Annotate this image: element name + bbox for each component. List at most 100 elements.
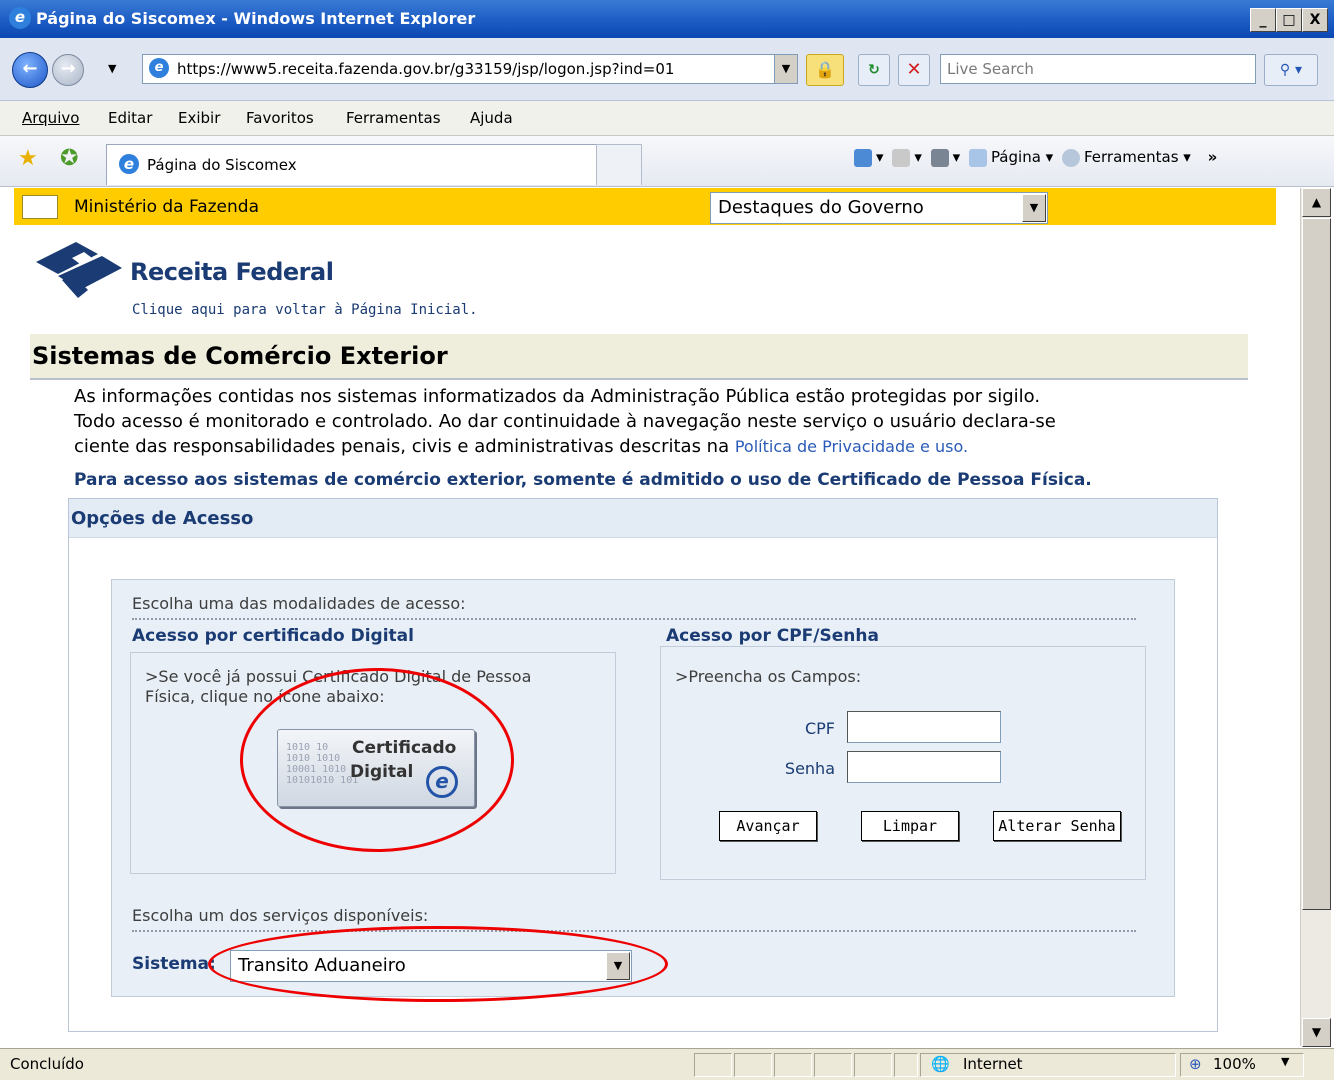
clear-button[interactable]: Limpar bbox=[861, 811, 959, 841]
minimize-button[interactable]: _ bbox=[1250, 8, 1276, 32]
senha-label: Senha bbox=[784, 759, 835, 778]
search-input[interactable]: Live Search bbox=[940, 54, 1256, 84]
scroll-down-icon[interactable]: ▼ bbox=[1302, 1018, 1331, 1047]
highlight-ellipse-certificate bbox=[240, 668, 514, 852]
favorites-star-icon[interactable]: ★ bbox=[18, 146, 38, 171]
cpf-field[interactable] bbox=[847, 711, 1001, 743]
zoom-control[interactable]: ⊕ 100% ▼ bbox=[1180, 1053, 1304, 1077]
print-icon[interactable] bbox=[930, 148, 949, 167]
ministry-label[interactable]: Ministério da Fazenda bbox=[74, 197, 259, 217]
government-highlights-select[interactable]: Destaques do Governo ▼ bbox=[710, 192, 1048, 224]
cpf-label: CPF bbox=[804, 719, 835, 738]
status-text: Concluído bbox=[10, 1055, 84, 1073]
government-bar: Ministério da Fazenda Destaques do Gover… bbox=[14, 188, 1276, 225]
scroll-thumb[interactable] bbox=[1302, 218, 1331, 910]
access-options-title: Opções de Acesso bbox=[71, 508, 254, 529]
status-cell bbox=[854, 1053, 892, 1077]
forward-arrow-icon: → bbox=[60, 58, 76, 79]
tab-bar: ★ ✪ e Página do Siscomex ▾ ▾ ▾ Página ▾ … bbox=[0, 136, 1334, 187]
zoom-level: 100% bbox=[1213, 1055, 1256, 1073]
history-dropdown-icon[interactable]: ▼ bbox=[108, 62, 116, 75]
cert-heading: Acesso por certificado Digital bbox=[132, 626, 414, 646]
page-title: Sistemas de Comércio Exterior bbox=[32, 342, 448, 370]
back-arrow-icon: ← bbox=[22, 58, 38, 79]
url-dropdown-icon[interactable]: ▼ bbox=[774, 55, 797, 83]
window-titlebar[interactable]: e Página do Siscomex - Windows Internet … bbox=[0, 0, 1334, 38]
tools-menu[interactable]: Ferramentas bbox=[1084, 148, 1179, 166]
status-cell bbox=[734, 1053, 772, 1077]
privacy-policy-link[interactable]: Política de Privacidade e uso. bbox=[735, 437, 968, 456]
highlight-ellipse-system bbox=[208, 926, 668, 1002]
menu-ajuda[interactable]: Ajuda bbox=[470, 109, 513, 127]
search-placeholder: Live Search bbox=[947, 60, 1034, 78]
cpf-panel: >Preencha os Campos: CPF Senha Avançar L… bbox=[660, 646, 1146, 880]
close-window-button[interactable]: X bbox=[1302, 8, 1328, 32]
chevron-down-icon[interactable]: ▼ bbox=[1022, 194, 1046, 222]
feeds-icon[interactable] bbox=[892, 148, 911, 167]
window-title: Página do Siscomex - Windows Internet Ex… bbox=[36, 9, 476, 28]
status-cell bbox=[894, 1053, 918, 1077]
dotted-divider bbox=[132, 930, 1136, 932]
access-options-header: Opções de Acesso bbox=[69, 499, 1217, 538]
change-password-button[interactable]: Alterar Senha bbox=[993, 811, 1121, 841]
choose-mode-label: Escolha uma das modalidades de acesso: bbox=[132, 594, 466, 613]
search-button[interactable]: ⚲ ▾ bbox=[1264, 54, 1318, 86]
government-select-value: Destaques do Governo bbox=[718, 197, 924, 218]
vertical-scrollbar[interactable]: ▲ ▼ bbox=[1300, 188, 1331, 1047]
privacy-paragraph: As informações contidas nos sistemas inf… bbox=[74, 384, 1234, 459]
stop-button[interactable]: ✕ bbox=[898, 54, 930, 86]
page-menu[interactable]: Página bbox=[991, 148, 1041, 166]
new-tab-button[interactable] bbox=[596, 144, 642, 185]
status-cell bbox=[694, 1053, 732, 1077]
government-flag-icon bbox=[22, 195, 58, 219]
choose-service-label: Escolha um dos serviços disponíveis: bbox=[132, 906, 429, 925]
address-toolbar: ← → ▼ e https://www5.receita.fazenda.gov… bbox=[0, 38, 1334, 101]
menu-favoritos[interactable]: Favoritos bbox=[246, 109, 314, 127]
chevron-down-icon[interactable]: ▼ bbox=[1281, 1055, 1289, 1068]
brand-name: Receita Federal bbox=[130, 258, 334, 286]
menu-bar: Arquivo Editar Exibir Favoritos Ferramen… bbox=[0, 101, 1334, 136]
menu-exibir[interactable]: Exibir bbox=[178, 109, 220, 127]
cpf-heading: Acesso por CPF/Senha bbox=[666, 626, 879, 646]
lock-icon[interactable]: 🔒 bbox=[806, 54, 844, 86]
receita-logo-icon bbox=[36, 242, 122, 298]
advance-button[interactable]: Avançar bbox=[719, 811, 817, 841]
back-to-home-link[interactable]: Clique aqui para voltar à Página Inicial… bbox=[132, 302, 478, 318]
menu-arquivo[interactable]: Arquivo bbox=[22, 109, 79, 127]
home-icon[interactable] bbox=[854, 148, 872, 167]
page-icon: e bbox=[149, 58, 169, 78]
cpf-instruction: >Preencha os Campos: bbox=[675, 667, 862, 686]
status-cell bbox=[774, 1053, 812, 1077]
back-button[interactable]: ← bbox=[12, 52, 48, 88]
ie-logo-icon: e bbox=[9, 7, 31, 29]
status-cell bbox=[814, 1053, 852, 1077]
search-icon: ⚲ ▾ bbox=[1279, 62, 1303, 78]
command-bar: ▾ ▾ ▾ Página ▾ Ferramentas ▾ » bbox=[850, 148, 1217, 167]
status-bar: Concluído 🌐 Internet ⊕ 100% ▼ bbox=[0, 1048, 1334, 1080]
address-bar[interactable]: e https://www5.receita.fazenda.gov.br/g3… bbox=[142, 54, 798, 84]
add-favorite-icon[interactable]: ✪ bbox=[60, 146, 78, 171]
page-viewport: Ministério da Fazenda Destaques do Gover… bbox=[14, 188, 1298, 1046]
globe-icon: 🌐 bbox=[931, 1055, 950, 1073]
password-field[interactable] bbox=[847, 751, 1001, 783]
certificate-notice: Para acesso aos sistemas de comércio ext… bbox=[74, 470, 1092, 490]
section-header: Sistemas de Comércio Exterior bbox=[30, 334, 1248, 380]
paragraph-line: ciente das responsabilidades penais, civ… bbox=[74, 436, 730, 457]
gear-icon bbox=[1061, 148, 1080, 167]
maximize-button[interactable]: □ bbox=[1276, 8, 1302, 32]
menu-ferramentas[interactable]: Ferramentas bbox=[346, 109, 441, 127]
tab-siscomex[interactable]: e Página do Siscomex bbox=[106, 144, 598, 185]
dotted-divider bbox=[132, 618, 1136, 620]
scroll-up-icon[interactable]: ▲ bbox=[1302, 188, 1331, 217]
tab-page-icon: e bbox=[119, 154, 139, 174]
security-zone[interactable]: 🌐 Internet bbox=[920, 1053, 1176, 1077]
forward-button[interactable]: → bbox=[52, 54, 84, 86]
system-label: Sistema: bbox=[132, 954, 216, 974]
zone-label: Internet bbox=[963, 1055, 1023, 1073]
page-icon bbox=[968, 148, 987, 167]
menu-editar[interactable]: Editar bbox=[108, 109, 152, 127]
refresh-button[interactable]: ↻ bbox=[858, 54, 890, 86]
chevron-more-icon[interactable]: » bbox=[1208, 148, 1218, 166]
zoom-icon: ⊕ bbox=[1189, 1055, 1202, 1073]
url-text: https://www5.receita.fazenda.gov.br/g331… bbox=[177, 60, 675, 78]
